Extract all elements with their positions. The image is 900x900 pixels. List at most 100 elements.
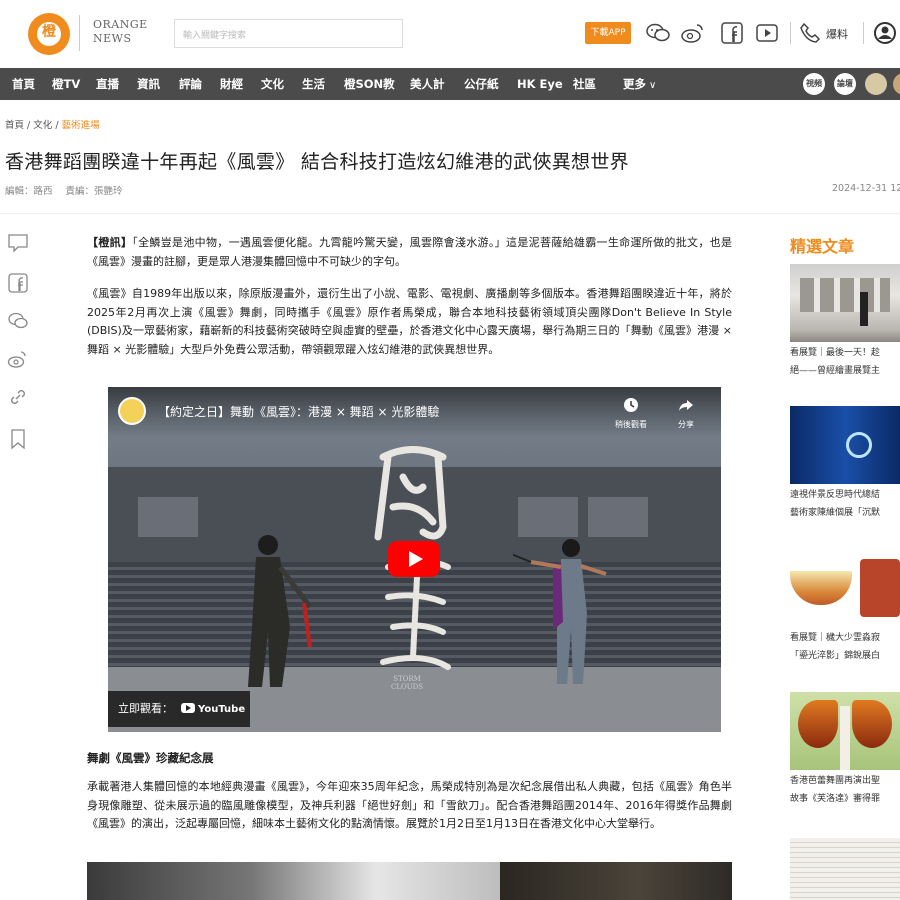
featured-article-caption[interactable]: 看展覽｜最後一天！趁 絕——曾經繪畫展覽主: [790, 344, 900, 380]
share-label: 分享: [678, 420, 694, 429]
featured-article-thumbnail[interactable]: [790, 838, 900, 900]
watch-on-youtube-button[interactable]: 立即觀看： YouTube: [108, 691, 250, 727]
section-subheading: 舞劇《風雲》珍藏紀念展: [87, 751, 214, 765]
phone-icon[interactable]: [797, 20, 823, 46]
nav-item-lifestyle[interactable]: 生活: [302, 68, 325, 100]
nav-circle-video[interactable]: 視頻: [803, 73, 825, 95]
facebook-icon[interactable]: [719, 20, 745, 46]
nav-item-more[interactable]: 更多 ∨: [623, 68, 656, 100]
glowing-ring: [846, 432, 872, 458]
featured-article-caption-line1: 遠視伴景反思時代總結: [790, 490, 881, 500]
share-arrow-icon: [679, 400, 693, 411]
nav-item-community[interactable]: 社區: [573, 68, 596, 100]
weibo-share-icon[interactable]: [7, 348, 29, 370]
nav-item-opinion[interactable]: 評論: [179, 68, 202, 100]
featured-article-caption-line2: 「鎏光淬影」錦銳展白: [790, 651, 881, 661]
wechat-icon[interactable]: [645, 20, 671, 46]
breadcrumb: 首頁 / 文化 / 藝術進場: [5, 117, 100, 131]
user-account-icon[interactable]: [872, 20, 898, 46]
butterfly-wing-left: [798, 700, 838, 748]
dancer-figure: [840, 706, 850, 770]
news-tag: 【橙訊】: [87, 236, 133, 249]
publish-date: 2024-12-31 12: [832, 183, 900, 194]
logo-char[interactable]: 橙: [36, 21, 62, 41]
video-scene-window: [588, 497, 648, 537]
breadcrumb-current[interactable]: 藝術進場: [62, 120, 100, 131]
wechat-share-icon[interactable]: [7, 310, 29, 332]
clock-icon: [624, 398, 638, 412]
visitor-figure: [860, 292, 868, 326]
featured-article-caption-line2: 故事《芙洛達》審得罪: [790, 794, 881, 804]
fighter-right-figure: [513, 539, 607, 684]
youtube-logo: YouTube: [181, 692, 245, 728]
featured-article-caption-line2: 絕——曾經繪畫展覽主: [790, 366, 881, 376]
featured-article-caption-line1: 香港芭蕾舞團再演出聖: [790, 776, 881, 786]
article-image-left: [87, 862, 500, 900]
watch-later-button[interactable]: 稍後觀看: [606, 397, 656, 430]
byline: 編輯：路西 責編：張艷玲: [5, 183, 133, 197]
featured-article-thumbnail[interactable]: [790, 264, 900, 342]
mascot-icon[interactable]: [893, 73, 900, 95]
nav-item-figure-paper[interactable]: 公仔紙: [464, 68, 499, 100]
facebook-share-icon[interactable]: [7, 272, 29, 294]
header-divider: [790, 22, 791, 44]
featured-article-caption[interactable]: 遠視伴景反思時代總結 藝術家陳維個展「沉默: [790, 486, 900, 522]
article-image-right: [500, 862, 732, 900]
featured-articles-heading: 精選文章: [790, 237, 855, 256]
nav-item-beauty[interactable]: 美人計: [410, 68, 445, 100]
nav-item-culture[interactable]: 文化: [261, 68, 284, 100]
channel-avatar[interactable]: [118, 397, 146, 425]
red-artifact: [860, 559, 900, 617]
calligraphy-caption-line2: CLOUDS: [391, 683, 424, 691]
article-paragraph-3: 承載著港人集體回憶的本地經典漫畫《風雲》，今年迎來35周年紀念，馬榮成特別為是次…: [87, 780, 732, 830]
featured-article-thumbnail[interactable]: [790, 406, 900, 484]
article-paragraph-1: 【橙訊】「全鱗豈是池中物，一遇風雲便化龍。九霄龍吟驚天變，風雲際會淺水游。」這是…: [87, 234, 732, 271]
fighter-left-figure: [248, 535, 312, 687]
play-button[interactable]: [388, 541, 440, 577]
youtube-icon[interactable]: [754, 20, 780, 46]
article-paragraph-2: 《風雲》自1989年出版以來，除原版漫畫外，還衍生出了小說、電影、電視劇、廣播劇…: [87, 287, 732, 356]
gallery-frames: [800, 278, 890, 312]
hotline-link[interactable]: 爆料: [826, 26, 848, 42]
nav-item-orangeson[interactable]: 橙SON教: [344, 68, 395, 100]
chevron-down-icon: ∨: [649, 80, 657, 91]
nav-more-label: 更多: [623, 77, 646, 91]
logo-wordmark[interactable]: ORANGE NEWS: [93, 18, 148, 46]
nav-item-finance[interactable]: 財經: [220, 68, 243, 100]
weibo-icon[interactable]: [680, 20, 706, 46]
video-scene-window: [518, 497, 578, 537]
featured-article-caption[interactable]: 看展覽｜穢大少霊淼寂 「鎏光淬影」錦銳展白: [790, 629, 900, 665]
watch-on-label: 立即觀看：: [118, 702, 173, 715]
featured-article-thumbnail[interactable]: [790, 692, 900, 770]
bookmark-icon[interactable]: [7, 428, 29, 450]
nav-item-hk-eye[interactable]: HK Eye: [517, 68, 563, 100]
breadcrumb-section[interactable]: 文化: [33, 120, 52, 131]
logo-wordmark-line1: ORANGE: [93, 18, 148, 31]
nav-item-live[interactable]: 直播: [96, 68, 119, 100]
breadcrumb-separator: /: [27, 120, 31, 131]
search-input[interactable]: 輸入關鍵字搜索: [174, 19, 403, 48]
video-share-button[interactable]: 分享: [668, 397, 704, 430]
featured-article-caption[interactable]: 香港芭蕾舞團再演出聖 故事《芙洛達》審得罪: [790, 772, 900, 808]
breadcrumb-home[interactable]: 首頁: [5, 120, 24, 131]
breadcrumb-separator: /: [55, 120, 59, 131]
download-app-button[interactable]: 下載APP: [585, 22, 631, 44]
logo-divider: [79, 15, 80, 51]
embedded-video-player[interactable]: STORM CLOUDS 【約定之日】舞動《風雲》：港漫 × 舞蹈 × 光影體驗…: [108, 387, 721, 732]
nav-circle-forum[interactable]: 論壇: [834, 73, 856, 95]
calligraphy-caption: STORM CLOUDS: [391, 675, 423, 691]
youtube-wordmark: YouTube: [198, 704, 246, 715]
nav-item-home[interactable]: 首頁: [12, 68, 35, 100]
video-title[interactable]: 【約定之日】舞動《風雲》：港漫 × 舞蹈 × 光影體驗: [158, 403, 439, 420]
nav-item-news[interactable]: 資訊: [137, 68, 160, 100]
copy-link-icon[interactable]: [7, 386, 29, 408]
nav-item-orange-tv[interactable]: 橙TV: [52, 68, 80, 100]
site-header: 橙 ORANGE NEWS 輸入關鍵字搜索 下載APP 爆料: [0, 0, 900, 68]
featured-article-thumbnail[interactable]: [790, 549, 900, 627]
logo-wordmark-line2: NEWS: [93, 32, 132, 45]
video-scene-window: [138, 497, 198, 537]
header-divider: [863, 22, 864, 44]
featured-article-caption-line1: 看展覽｜最後一天！趁: [790, 348, 881, 358]
mascot-icon[interactable]: [865, 73, 887, 95]
comment-icon[interactable]: [7, 232, 29, 254]
